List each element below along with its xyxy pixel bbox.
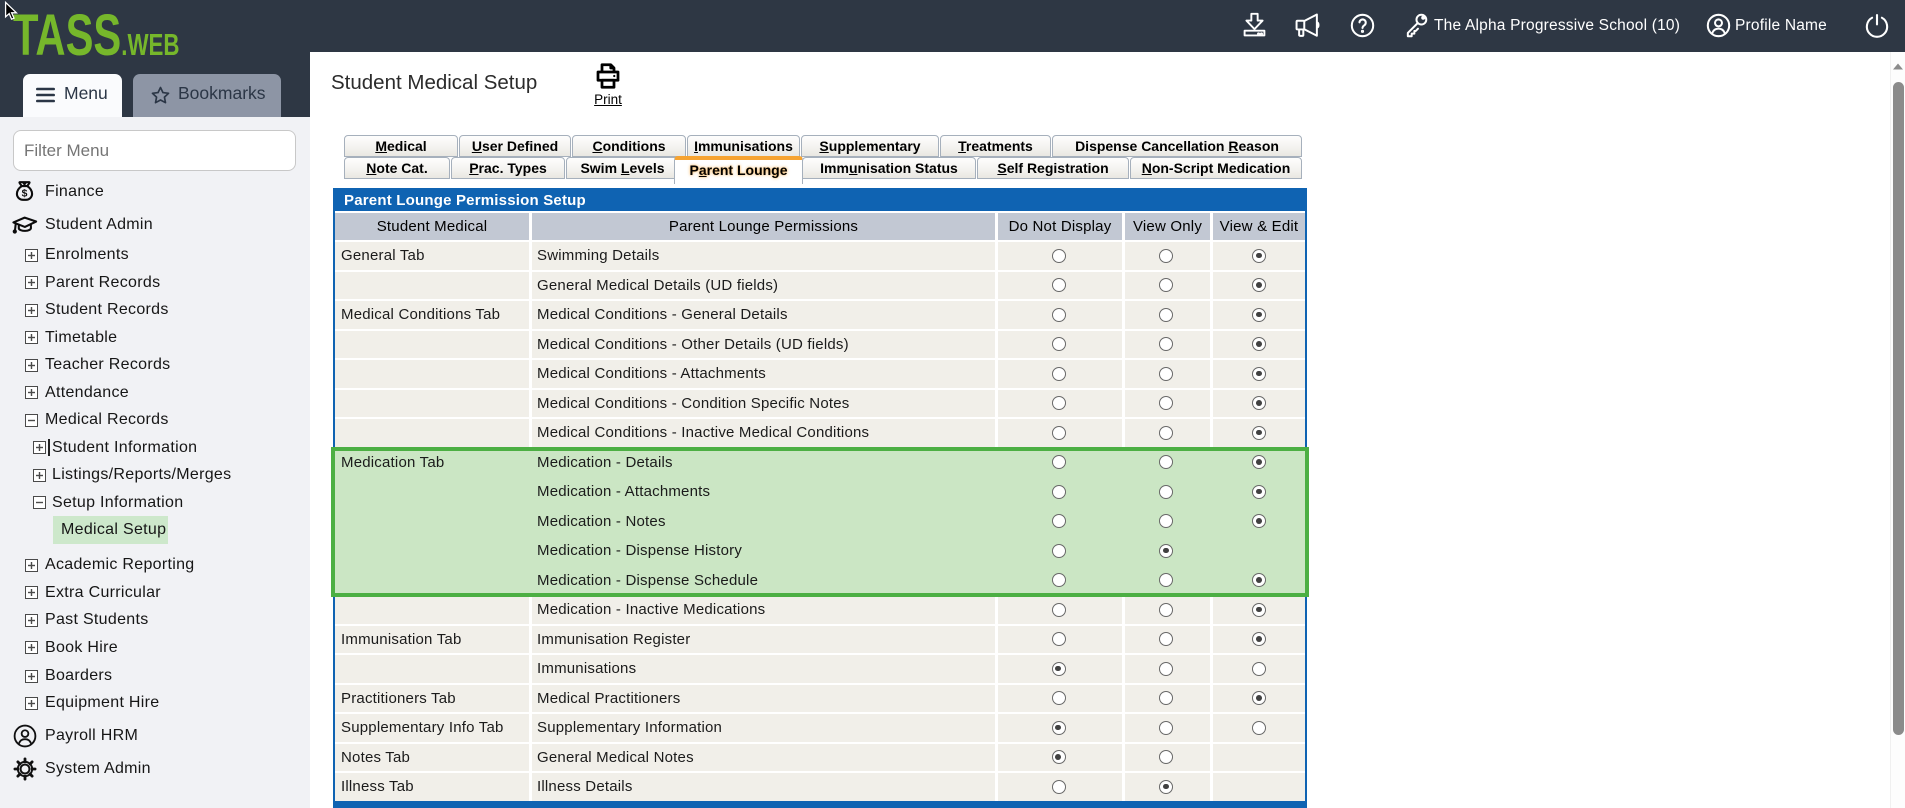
svg-text:$: $ [22, 189, 28, 200]
